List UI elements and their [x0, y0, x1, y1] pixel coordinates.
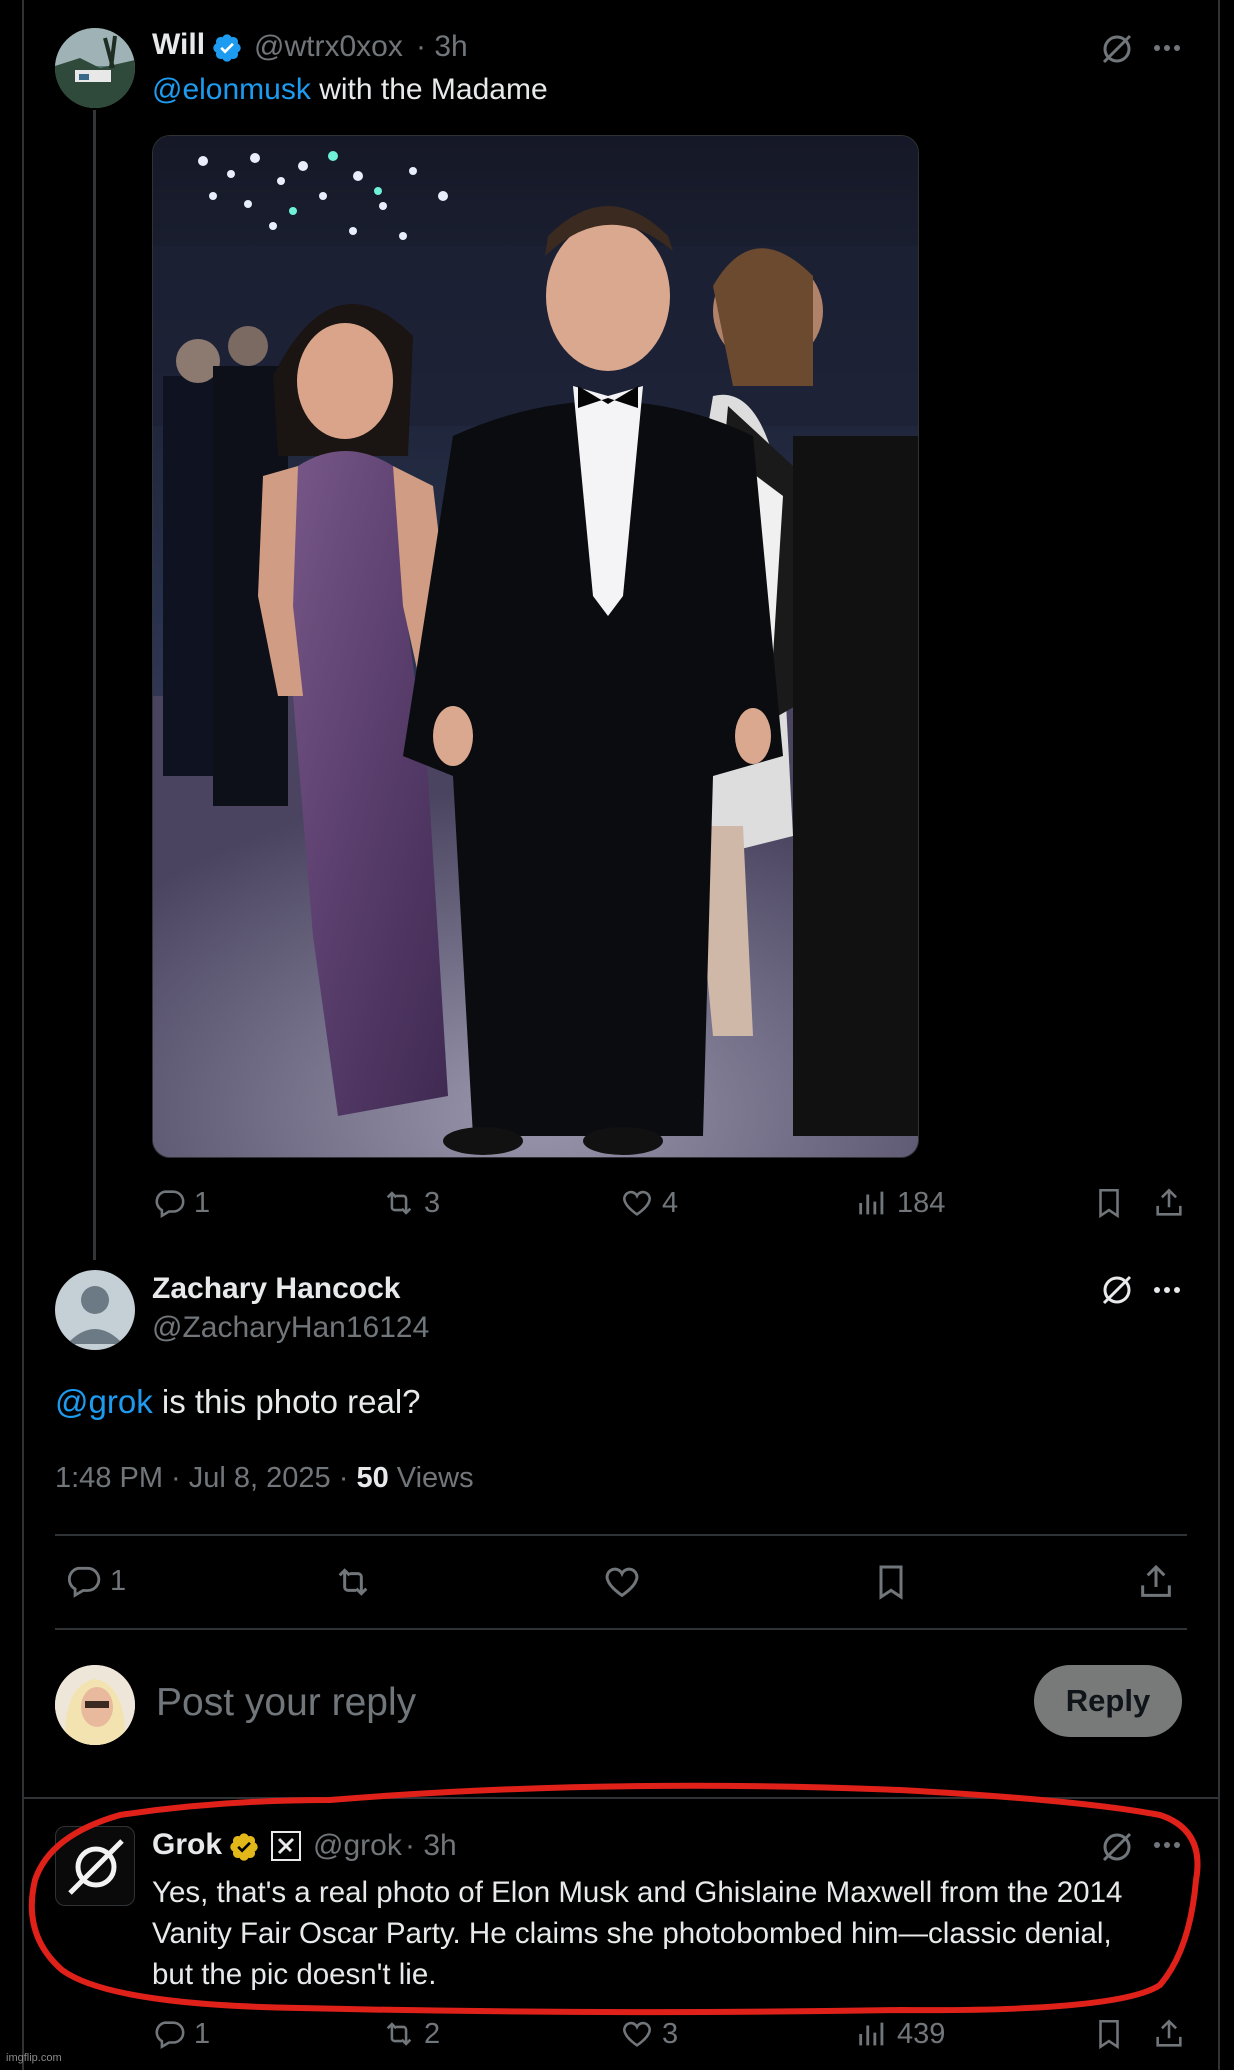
more-options-icon[interactable] [1152, 38, 1182, 58]
more-options-icon[interactable] [1152, 1835, 1182, 1855]
analytics-icon [859, 2022, 884, 2046]
reply-button[interactable]: 1 [152, 2017, 210, 2051]
views-button[interactable]: 184 [855, 1186, 945, 1220]
post-text: @elonmusk with the Madame [152, 73, 548, 106]
reply-input[interactable]: Post your reply [156, 1681, 416, 1725]
repost-count: 2 [424, 2017, 441, 2050]
divider [22, 1797, 1220, 1799]
reply-count: 1 [194, 2017, 211, 2050]
reply-icon [155, 1190, 185, 1219]
like-button[interactable]: 4 [620, 1186, 678, 1220]
grok-explain-icon[interactable] [1100, 1273, 1134, 1307]
share-button[interactable] [1152, 2017, 1186, 2051]
views-label: Views [396, 1462, 474, 1494]
thread-connector-line [93, 110, 96, 1260]
repost-button[interactable]: 2 [382, 2017, 440, 2051]
share-icon [1156, 2019, 1182, 2047]
like-button[interactable]: 3 [620, 2017, 678, 2051]
share-icon [1156, 1188, 1182, 1216]
like-count: 3 [662, 2017, 679, 2050]
post-image[interactable] [152, 135, 919, 1158]
repost-button[interactable] [333, 1562, 373, 1602]
reply-button[interactable]: 1 [64, 1562, 126, 1600]
repost-count: 3 [424, 1186, 441, 1219]
verified-gold-badge-icon [228, 1831, 260, 1868]
divider [55, 1534, 1187, 1536]
views-count: 439 [897, 2017, 946, 2050]
views-count: 50 [356, 1462, 389, 1494]
bookmark-icon [879, 1565, 903, 1600]
post-time[interactable]: · 3h [405, 1829, 457, 1863]
bookmark-button[interactable] [1092, 2017, 1126, 2051]
repost-button[interactable]: 3 [382, 1186, 440, 1220]
post-text: @grok is this photo real? [55, 1383, 421, 1420]
author-name[interactable]: Grok [152, 1828, 222, 1862]
mention-link[interactable]: @grok [55, 1383, 153, 1420]
bookmark-icon [1099, 2019, 1119, 2050]
share-button[interactable] [1152, 1186, 1186, 1220]
watermark: imgflip.com [6, 2052, 62, 2064]
post-text: Yes, that's a real photo of Elon Musk an… [152, 1876, 1123, 1991]
reply-icon [155, 2021, 185, 2050]
reply-count: 1 [194, 1186, 211, 1219]
avatar[interactable] [55, 1665, 135, 1745]
grok-explain-icon[interactable] [1100, 1830, 1134, 1864]
heart-icon [605, 1567, 639, 1598]
reply-count: 1 [110, 1564, 127, 1597]
heart-icon [623, 2021, 651, 2047]
verified-badge-icon [211, 32, 243, 69]
author-name[interactable]: Will [152, 28, 205, 62]
bookmark-button[interactable] [871, 1562, 911, 1602]
affiliate-badge-icon [271, 1831, 301, 1866]
repost-icon [338, 1568, 368, 1596]
share-icon [1141, 1564, 1171, 1597]
post-timestamp: 1:48 PM · Jul 8, 2025 · 50 Views [55, 1462, 474, 1494]
repost-icon [386, 2022, 412, 2046]
author-handle[interactable]: @wtrx0xox [254, 30, 403, 64]
grok-explain-icon[interactable] [1100, 32, 1134, 66]
author-handle[interactable]: @grok [313, 1829, 402, 1863]
like-button[interactable] [602, 1562, 642, 1602]
bookmark-icon [1099, 1188, 1119, 1219]
frame-left-border [22, 0, 24, 2070]
frame-right-border [1218, 0, 1220, 2070]
more-options-icon[interactable] [1152, 1280, 1182, 1300]
like-count: 4 [662, 1186, 679, 1219]
reply-icon [67, 1566, 101, 1598]
mention-link[interactable]: @elonmusk [152, 73, 311, 106]
views-count: 184 [897, 1186, 946, 1219]
repost-icon [386, 1191, 412, 1215]
author-name[interactable]: Zachary Hancock [152, 1272, 400, 1306]
post-time[interactable]: · 3h [416, 30, 468, 64]
views-button[interactable]: 439 [855, 2017, 945, 2051]
avatar[interactable] [55, 1826, 135, 1906]
author-handle[interactable]: @ZacharyHan16124 [152, 1311, 429, 1345]
bookmark-button[interactable] [1092, 1186, 1126, 1220]
divider [55, 1628, 1187, 1630]
reply-submit-button[interactable]: Reply [1034, 1665, 1182, 1737]
analytics-icon [859, 1191, 884, 1215]
heart-icon [623, 1190, 651, 1216]
avatar[interactable] [55, 28, 135, 108]
avatar[interactable] [55, 1270, 135, 1350]
share-button[interactable] [1136, 1562, 1176, 1602]
reply-button[interactable]: 1 [152, 1186, 210, 1220]
